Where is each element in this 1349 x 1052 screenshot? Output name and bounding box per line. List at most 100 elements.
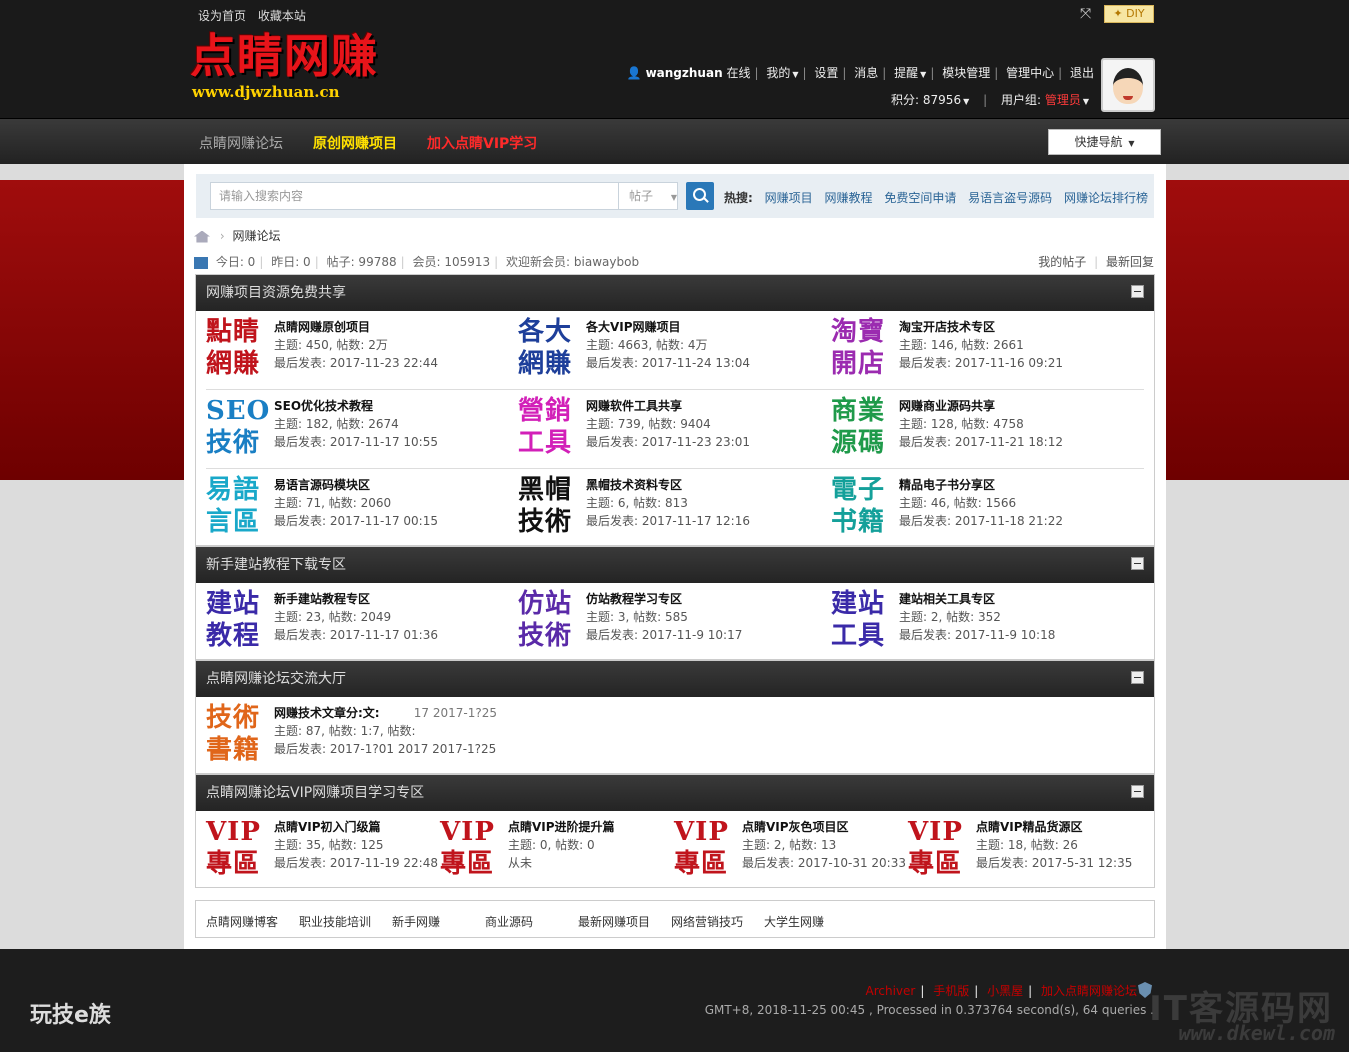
forum-icon[interactable]: 仿站 技術	[518, 588, 580, 652]
collapse-icon[interactable]	[1131, 671, 1144, 684]
forum-name[interactable]: 点睛VIP灰色项目区	[742, 818, 906, 836]
mine-menu[interactable]: 我的 ▼	[766, 66, 798, 80]
fullscreen-icon[interactable]: ⤧	[1080, 6, 1096, 22]
quick-nav-button[interactable]: 快捷导航 ▼	[1048, 129, 1161, 155]
forum-icon[interactable]: SEO 技術	[206, 395, 269, 459]
nav-forum[interactable]: 点睛网赚论坛	[199, 133, 283, 153]
friend-link[interactable]: 网络营销技巧	[671, 913, 743, 930]
forum-item[interactable]: 點睛 網賺 点睛网赚原创项目 主题: 450, 帖数: 2万 最后发表: 2017-11…	[206, 316, 518, 386]
forum-icon[interactable]: VIP 專區	[440, 816, 502, 880]
forum-name[interactable]: 各大VIP网赚项目	[586, 318, 750, 336]
category-title[interactable]: 网赚项目资源免费共享	[206, 285, 346, 301]
forum-icon[interactable]: 黑帽 技術	[518, 474, 580, 538]
forum-icon[interactable]: 各大 網賺	[518, 316, 580, 380]
forum-icon[interactable]: 淘寶 開店	[831, 316, 893, 380]
forum-name[interactable]: SEO优化技术教程	[274, 397, 438, 415]
forum-item[interactable]: 黑帽 技術 黑帽技术资料专区 主题: 6, 帖数: 813 最后发表: 2017-11-…	[518, 474, 830, 544]
nav-original-projects[interactable]: 原创网赚项目	[313, 133, 397, 153]
forum-item[interactable]: VIP 專區 点睛VIP灰色项目区 主题: 2, 帖数: 13 最后发表: 2017-1…	[674, 816, 908, 886]
forum-icon[interactable]: VIP 專區	[674, 816, 736, 880]
search-type-select[interactable]: 帖子 ▼	[618, 182, 678, 210]
diy-button[interactable]: ✦ DIY	[1104, 5, 1154, 23]
search-button[interactable]	[686, 182, 714, 210]
forum-name[interactable]: 网赚商业源码共享	[899, 397, 1063, 415]
forum-name[interactable]: 淘宝开店技术专区	[899, 318, 1063, 336]
set-home-link[interactable]: 设为首页	[198, 9, 246, 23]
archiver-link[interactable]: Archiver	[865, 984, 915, 998]
forum-name[interactable]: 点睛网赚原创项目	[274, 318, 438, 336]
forum-last-post[interactable]: 最后发表: 2017-1?01 2017 2017-1?25	[274, 740, 497, 758]
forum-last-post[interactable]: 最后发表: 2017-5-31 12:35	[976, 854, 1132, 872]
forum-item[interactable]: VIP 專區 点睛VIP进阶提升篇 主题: 0, 帖数: 0 从未	[440, 816, 674, 886]
forum-icon[interactable]: 建站 教程	[206, 588, 268, 652]
forum-icon[interactable]: 建站 工具	[831, 588, 893, 652]
hot-link[interactable]: 易语言盗号源码	[968, 191, 1052, 205]
forum-name[interactable]: 易语言源码模块区	[274, 476, 438, 494]
forum-item[interactable]: 建站 教程 新手建站教程专区 主题: 23, 帖数: 2049 最后发表: 2017-1…	[206, 588, 518, 658]
online-status[interactable]: 在线	[726, 66, 750, 80]
category-title[interactable]: 点睛网赚论坛VIP网赚项目学习专区	[206, 785, 424, 801]
settings-link[interactable]: 设置	[814, 66, 838, 80]
forum-last-post[interactable]: 最后发表: 2017-11-17 01:36	[274, 626, 438, 644]
forum-name[interactable]: 精品电子书分享区	[899, 476, 1063, 494]
my-posts-link[interactable]: 我的帖子	[1038, 255, 1086, 269]
friend-link[interactable]: 点睛网赚博客	[206, 913, 278, 930]
forum-name[interactable]: 建站相关工具专区	[899, 590, 1055, 608]
collapse-icon[interactable]	[1131, 557, 1144, 570]
forum-last-post[interactable]: 最后发表: 2017-11-23 23:01	[586, 433, 750, 451]
breadcrumb-forum[interactable]: 网赚论坛	[232, 229, 280, 243]
friend-link[interactable]: 最新网赚项目	[578, 913, 650, 930]
forum-last-post[interactable]: 最后发表: 2017-11-18 21:22	[899, 512, 1063, 530]
friend-link[interactable]: 职业技能培训	[299, 913, 371, 930]
forum-name[interactable]: 仿站教程学习专区	[586, 590, 742, 608]
collapse-icon[interactable]	[1131, 785, 1144, 798]
forum-last-post[interactable]: 从未	[508, 854, 615, 872]
forum-icon[interactable]: 點睛 網賺	[206, 316, 268, 380]
module-manage-link[interactable]: 模块管理	[942, 66, 990, 80]
logout-link[interactable]: 退出	[1070, 66, 1094, 80]
friend-link[interactable]: 商业源码	[485, 913, 533, 930]
mobile-link[interactable]: 手机版	[933, 984, 969, 998]
forum-name[interactable]: 网赚软件工具共享	[586, 397, 750, 415]
hot-link[interactable]: 网赚论坛排行榜	[1064, 191, 1148, 205]
avatar[interactable]	[1101, 58, 1155, 112]
friend-link[interactable]: 新手网赚	[392, 913, 440, 930]
friend-link[interactable]: 大学生网赚	[764, 913, 824, 930]
forum-icon[interactable]: VIP 專區	[908, 816, 970, 880]
forum-name[interactable]: 点睛VIP进阶提升篇	[508, 818, 615, 836]
forum-last-post[interactable]: 最后发表: 2017-11-9 10:18	[899, 626, 1055, 644]
forum-last-post[interactable]: 最后发表: 2017-11-17 00:15	[274, 512, 438, 530]
forum-last-post[interactable]: 最后发表: 2017-11-21 18:12	[899, 433, 1063, 451]
forum-item[interactable]: 營銷 工具 网赚软件工具共享 主题: 739, 帖数: 9404 最后发表: 2017-…	[518, 395, 830, 465]
forum-item[interactable]: 電子 书籍 精品电子书分享区 主题: 46, 帖数: 1566 最后发表: 2017-1…	[831, 474, 1143, 544]
forum-item[interactable]: 各大 網賺 各大VIP网赚项目 主题: 4663, 帖数: 4万 最后发表: 2017-…	[518, 316, 830, 386]
forum-name[interactable]: 点睛VIP精品货源区	[976, 818, 1132, 836]
forum-item[interactable]: 商業 源碼 网赚商业源码共享 主题: 128, 帖数: 4758 最后发表: 2017-…	[831, 395, 1143, 465]
forum-item[interactable]: 仿站 技術 仿站教程学习专区 主题: 3, 帖数: 585 最后发表: 2017-11-…	[518, 588, 830, 658]
forum-name[interactable]: 点睛VIP初入门级篇	[274, 818, 438, 836]
forum-icon[interactable]: 技術 書籍	[206, 702, 268, 766]
forum-last-post[interactable]: 最后发表: 2017-11-17 10:55	[274, 433, 438, 451]
bookmark-link[interactable]: 收藏本站	[258, 9, 306, 23]
forum-last-post[interactable]: 最后发表: 2017-11-9 10:17	[586, 626, 742, 644]
site-logo[interactable]: 点睛网赚 www.djwzhuan.cn	[190, 30, 410, 108]
latest-replies-link[interactable]: 最新回复	[1106, 255, 1154, 269]
group-menu[interactable]: 管理员 ▼	[1045, 93, 1089, 107]
remind-menu[interactable]: 提醒 ▼	[894, 66, 926, 80]
collapse-icon[interactable]	[1131, 285, 1144, 298]
home-icon[interactable]	[194, 230, 210, 243]
forum-icon[interactable]: 商業 源碼	[831, 395, 893, 459]
forum-name[interactable]: 新手建站教程专区	[274, 590, 438, 608]
forum-icon[interactable]: VIP 專區	[206, 816, 268, 880]
blacklist-link[interactable]: 小黑屋	[987, 984, 1023, 998]
username-link[interactable]: wangzhuan	[646, 66, 723, 80]
points-menu[interactable]: 积分: 87956 ▼	[891, 93, 969, 107]
hot-link[interactable]: 网赚教程	[824, 191, 872, 205]
forum-icon[interactable]: 電子 书籍	[831, 474, 893, 538]
hot-link[interactable]: 网赚项目	[765, 191, 813, 205]
forum-item[interactable]: VIP 專區 点睛VIP精品货源区 主题: 18, 帖数: 26 最后发表: 2017-…	[908, 816, 1142, 886]
forum-last-post[interactable]: 最后发表: 2017-11-17 12:16	[586, 512, 750, 530]
forum-name[interactable]: 网赚技术文章分:文: 17 2017-1?25	[274, 704, 497, 722]
forum-name[interactable]: 黑帽技术资料专区	[586, 476, 750, 494]
forum-icon[interactable]: 營銷 工具	[518, 395, 580, 459]
